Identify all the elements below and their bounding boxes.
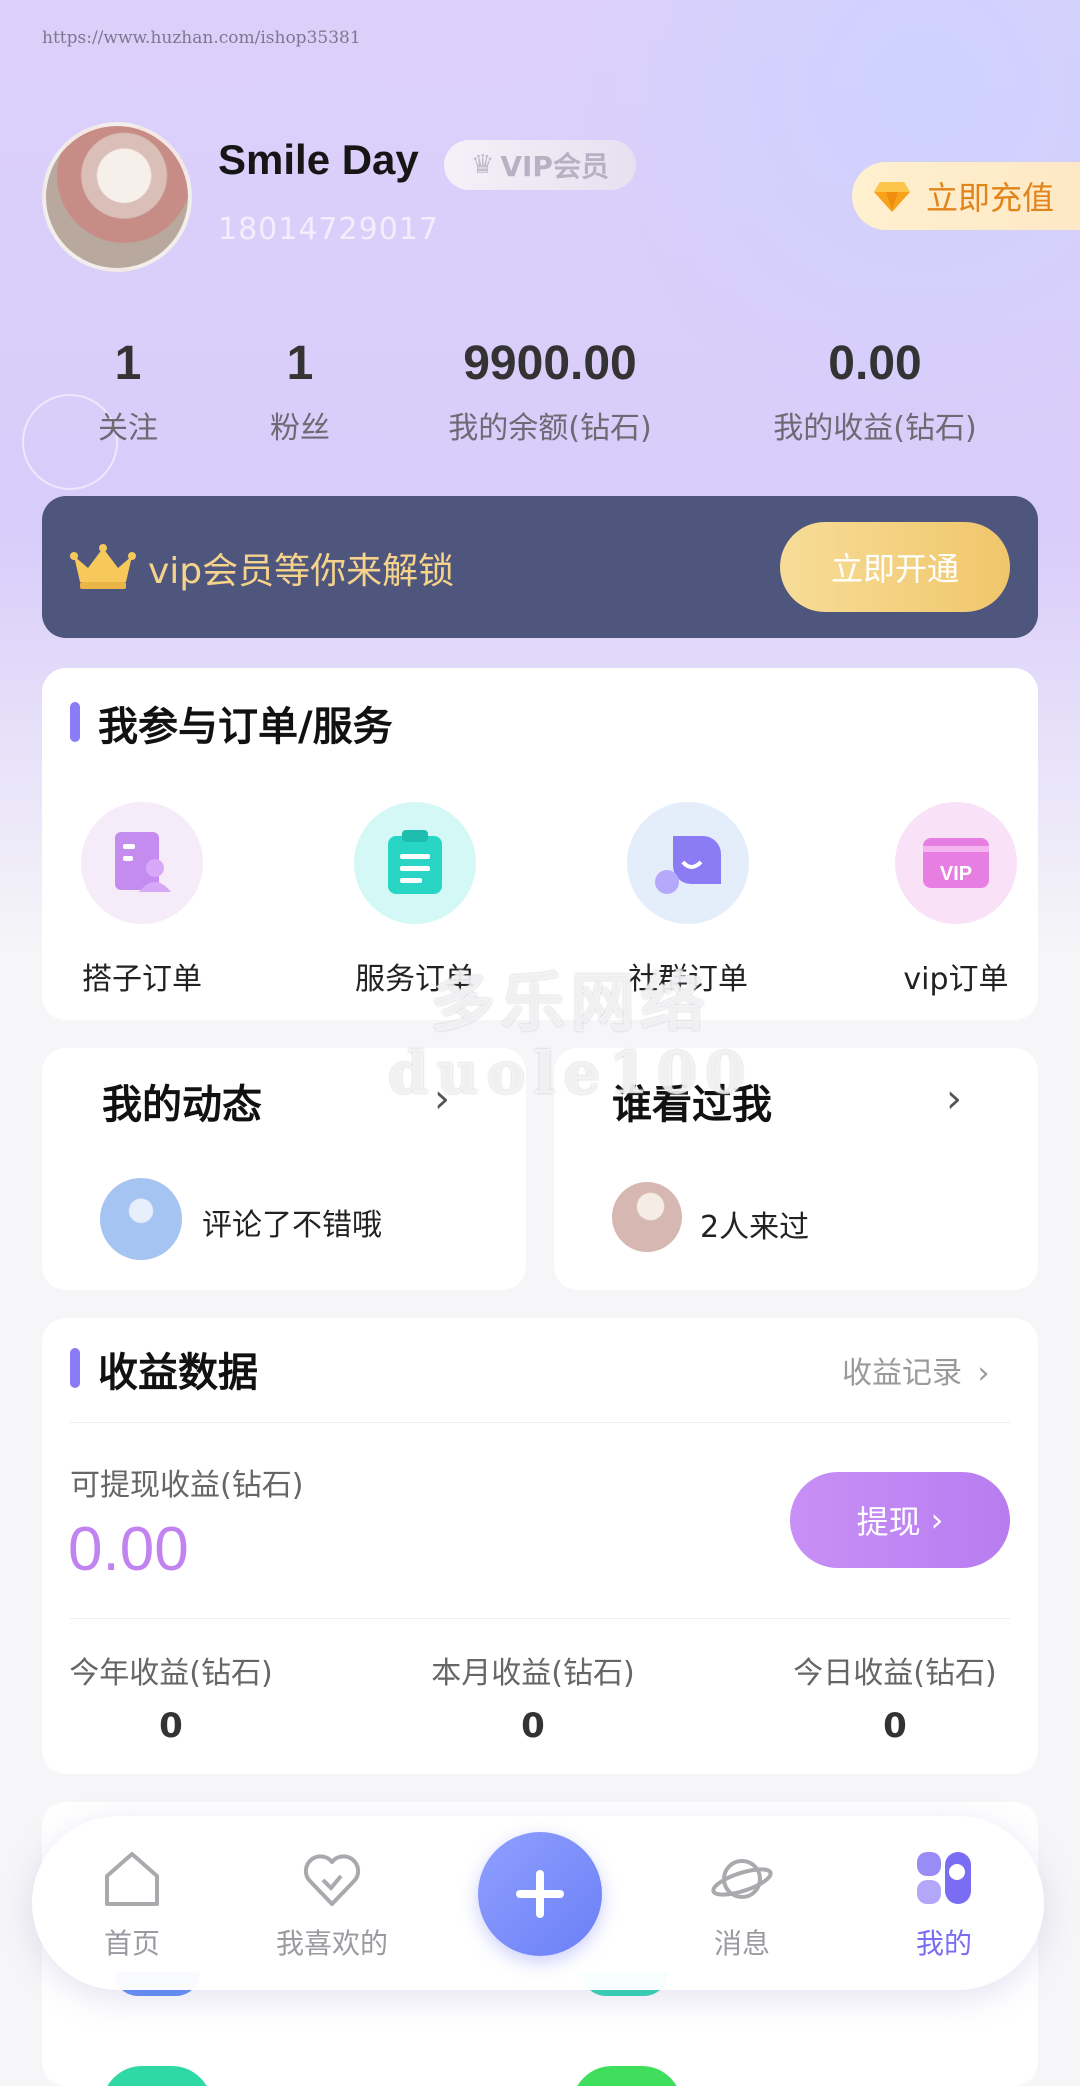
earnings-card: 收益数据 收益记录 › 可提现收益(钻石) 0.00 提现 › 今年收益(钻石)… xyxy=(42,1318,1038,1774)
stat-value: 0.00 xyxy=(828,337,922,390)
order-label: 搭子订单 xyxy=(82,962,202,997)
stat-label: 我的余额(钻石) xyxy=(448,411,652,446)
earn-today-value: 0 xyxy=(883,1706,907,1746)
stat-followers[interactable]: 1 粉丝 xyxy=(240,336,360,447)
moment-avatar xyxy=(100,1178,182,1260)
chevron-right-icon: › xyxy=(930,1501,944,1539)
stat-value: 1 xyxy=(114,337,142,390)
gold-crown-icon xyxy=(70,544,136,589)
earnings-title: 收益数据 xyxy=(98,1350,258,1396)
earn-today-label: 今日收益(钻石) xyxy=(793,1656,997,1691)
avatar[interactable] xyxy=(42,122,192,272)
recharge-button[interactable]: 立即充值 xyxy=(852,162,1080,230)
earn-month: 本月收益(钻石) 0 xyxy=(418,1648,648,1746)
clipboard-icon xyxy=(354,802,476,924)
visitor-avatar xyxy=(612,1182,682,1252)
earn-year: 今年收益(钻石) 0 xyxy=(56,1648,286,1746)
stat-following[interactable]: 1 关注 xyxy=(68,336,188,447)
earnings-record-label: 收益记录 xyxy=(842,1356,962,1391)
tab-mine[interactable]: 我的 xyxy=(864,1846,1024,1962)
earnings-record-link[interactable]: 收益记录 › xyxy=(842,1348,990,1392)
home-icon xyxy=(105,1852,159,1906)
earn-month-value: 0 xyxy=(521,1706,545,1746)
order-partner[interactable]: 搭子订单 xyxy=(42,802,242,998)
stat-earnings[interactable]: 0.00 我的收益(钻石) xyxy=(740,336,1010,447)
section-accent-bar xyxy=(70,1348,80,1388)
stats-row: 1 关注 1 粉丝 9900.00 我的余额(钻石) 0.00 我的收益(钻石) xyxy=(0,336,1080,456)
withdrawable-value: 0.00 xyxy=(68,1515,189,1584)
tab-label: 首页 xyxy=(103,1927,160,1960)
url-watermark: https://www.huzhan.com/ishop35381 xyxy=(42,28,361,48)
publish-plus-button[interactable] xyxy=(478,1832,602,1956)
recharge-label: 立即充值 xyxy=(926,179,1055,217)
tab-label: 我的 xyxy=(915,1927,972,1960)
earn-year-value: 0 xyxy=(159,1706,183,1746)
stat-label: 粉丝 xyxy=(270,411,330,446)
partner-order-icon xyxy=(81,802,203,924)
vip-badge: ♛ VIP会员 xyxy=(444,140,636,190)
tab-messages[interactable]: 消息 xyxy=(662,1846,822,1962)
stat-label: 关注 xyxy=(98,411,158,446)
visitors-desc: 2人来过 xyxy=(700,1210,810,1245)
watermark: 多乐网络 duole100 xyxy=(388,966,754,1107)
divider xyxy=(70,1618,1010,1619)
diamond-icon xyxy=(872,176,912,216)
phone-number: 18014729017 xyxy=(218,212,439,247)
order-vip[interactable]: VIP vip订单 xyxy=(856,802,1056,998)
tab-label: 我喜欢的 xyxy=(275,1927,388,1960)
plus-icon xyxy=(516,1870,564,1918)
earn-year-label: 今年收益(钻石) xyxy=(69,1656,273,1691)
orders-title: 我参与订单/服务 xyxy=(98,704,393,750)
vip-card-icon: VIP xyxy=(895,802,1017,924)
withdrawable-label: 可提现收益(钻石) xyxy=(70,1468,304,1503)
svg-text:VIP: VIP xyxy=(940,863,972,885)
open-vip-button[interactable]: 立即开通 xyxy=(780,522,1010,612)
stat-value: 1 xyxy=(286,337,314,390)
tab-label: 消息 xyxy=(713,1927,770,1960)
planet-icon xyxy=(711,1859,773,1899)
chevron-right-icon: › xyxy=(946,1076,962,1122)
tool-icon-peek xyxy=(102,2066,212,2086)
tool-icon-peek xyxy=(572,2066,682,2086)
chevron-right-icon: › xyxy=(977,1356,990,1391)
watermark-line2: duole100 xyxy=(388,1039,754,1107)
stat-value: 9900.00 xyxy=(463,337,637,390)
vip-banner-text: vip会员等你来解锁 xyxy=(148,551,455,592)
heart-check-icon xyxy=(303,1854,361,1906)
tab-favorites[interactable]: 我喜欢的 xyxy=(252,1846,412,1962)
section-accent-bar xyxy=(70,702,80,742)
profile-blocks-icon xyxy=(917,1852,971,1904)
tab-home[interactable]: 首页 xyxy=(52,1846,212,1962)
stat-label: 我的收益(钻石) xyxy=(773,411,977,446)
earn-month-label: 本月收益(钻石) xyxy=(431,1656,635,1691)
withdraw-label: 提现 xyxy=(856,1503,921,1541)
vip-banner: vip会员等你来解锁 立即开通 xyxy=(42,496,1038,638)
stat-balance[interactable]: 9900.00 我的余额(钻石) xyxy=(420,336,680,447)
username: Smile Day xyxy=(218,136,419,183)
chat-bubble-icon xyxy=(627,802,749,924)
moments-title: 我的动态 xyxy=(102,1082,262,1128)
watermark-line1: 多乐网络 xyxy=(430,966,711,1041)
moments-desc: 评论了不错哦 xyxy=(202,1208,382,1243)
withdraw-button[interactable]: 提现 › xyxy=(790,1472,1010,1568)
earn-today: 今日收益(钻石) 0 xyxy=(780,1648,1010,1746)
crown-icon: ♛ xyxy=(471,150,495,180)
divider xyxy=(70,1422,1010,1423)
vip-badge-label: VIP会员 xyxy=(500,150,609,183)
order-label: vip订单 xyxy=(903,962,1009,997)
